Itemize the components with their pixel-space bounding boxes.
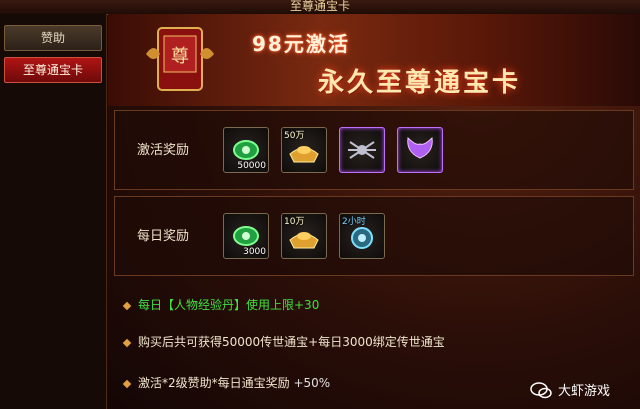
bullet-diamond-icon [122,301,132,310]
info-line-bonus: 激活*2级赞助*每日通宝奖励 +50% [122,376,330,390]
bullet-diamond-icon [122,338,132,347]
item-quantity: 3000 [243,247,266,257]
supreme-badge-icon: 尊 [146,27,214,91]
bullet-diamond-icon [122,379,132,388]
badge-text: 尊 [171,46,189,67]
activation-reward-panel: 激活奖励 50000 50万 [114,110,634,190]
main-panel: 尊 98元激活 永久至尊通宝卡 激活奖励 50000 50万 每日奖励 3000… [108,14,640,409]
item-tag: 10万 [284,217,305,227]
info-line-purchase-total: 购买后共可获得50000传世通宝+每日3000绑定传世通宝 [122,335,445,349]
reward-slot-green-pill[interactable]: 3000 [223,213,269,259]
sidebar-item-sponsor[interactable]: 赞助 [4,25,102,51]
activation-reward-label: 激活奖励 [137,143,190,158]
reward-slot-green-pill[interactable]: 50000 [223,127,269,173]
window-title: 至尊通宝卡 [0,0,640,15]
wechat-icon [530,381,552,398]
promo-price: 98元激活 [252,32,350,56]
item-quantity: 50000 [237,161,266,171]
watermark: 大虾游戏 [530,380,610,399]
sidebar-item-supreme-card[interactable]: 至尊通宝卡 [4,57,102,83]
reward-slot-blue-orb[interactable]: 2小时 [339,213,385,259]
daily-reward-panel: 每日奖励 3000 10万 2小时 [114,196,634,276]
daily-reward-label: 每日奖励 [137,229,190,244]
spider-emblem-icon [348,141,376,159]
purple-wings-icon [407,136,433,159]
item-tag: 2小时 [342,217,366,227]
info-line-exp-limit: 每日【人物经验丹】使用上限+30 [122,298,319,312]
reward-slot-spider-emblem[interactable] [339,127,385,173]
promo-title: 永久至尊通宝卡 [318,68,522,98]
item-tag: 50万 [284,131,305,141]
reward-slot-purple-wings[interactable] [397,127,443,173]
reward-slot-gold-ingot[interactable]: 10万 [281,213,327,259]
sidebar: 赞助 至尊通宝卡 [0,14,107,409]
reward-slot-gold-ingot[interactable]: 50万 [281,127,327,173]
promo-banner: 尊 98元激活 永久至尊通宝卡 [108,14,640,106]
